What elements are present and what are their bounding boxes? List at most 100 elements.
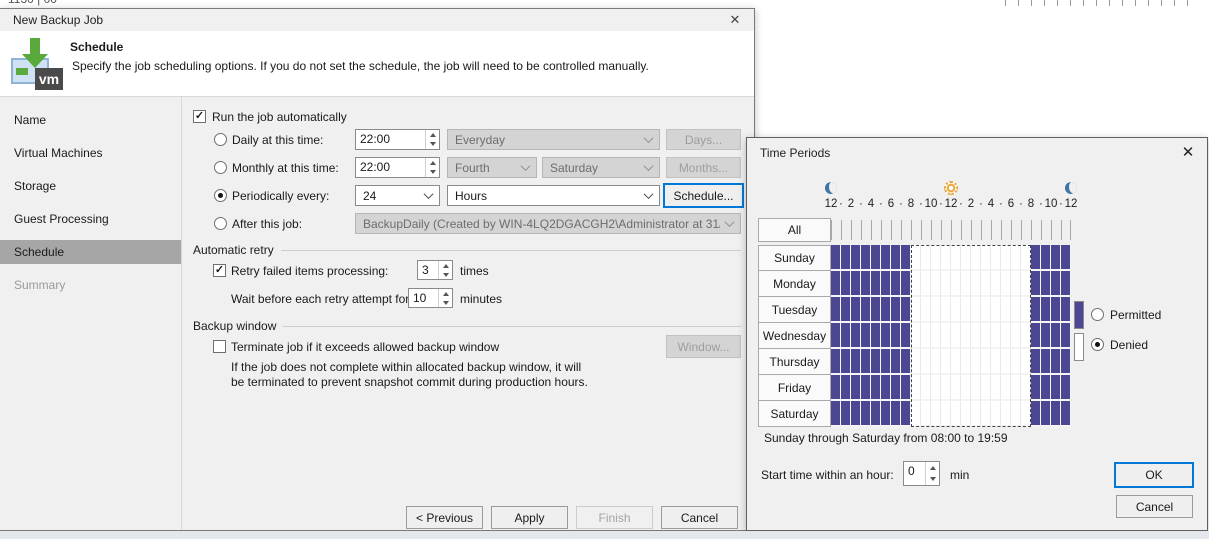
time-cell-sunday-16[interactable]	[991, 245, 1001, 271]
time-cell-friday-11[interactable]	[941, 375, 951, 401]
time-cell-sunday-6[interactable]	[891, 245, 901, 271]
spin-down-icon[interactable]	[426, 140, 439, 150]
hour-column-toggle[interactable]	[841, 220, 851, 240]
spinner-arrows[interactable]	[925, 462, 939, 485]
time-cell-monday-20[interactable]	[1031, 271, 1041, 297]
time-cell-monday-22[interactable]	[1051, 271, 1061, 297]
time-cell-tuesday-16[interactable]	[991, 297, 1001, 323]
time-cell-tuesday-18[interactable]	[1011, 297, 1021, 323]
hour-column-toggle[interactable]	[831, 220, 841, 240]
hour-column-toggle[interactable]	[971, 220, 981, 240]
hour-column-toggle[interactable]	[891, 220, 901, 240]
time-cell-sunday-0[interactable]	[831, 245, 841, 271]
time-cell-monday-15[interactable]	[981, 271, 991, 297]
time-cell-saturday-20[interactable]	[1031, 401, 1041, 427]
day-button-monday[interactable]: Monday	[758, 271, 831, 297]
daily-kind-dropdown[interactable]: Everyday	[447, 129, 660, 150]
day-button-sunday[interactable]: Sunday	[758, 245, 831, 271]
time-cell-tuesday-22[interactable]	[1051, 297, 1061, 323]
start-time-spinner[interactable]: 0	[903, 461, 940, 486]
time-cell-friday-9[interactable]	[921, 375, 931, 401]
time-cell-saturday-5[interactable]	[881, 401, 891, 427]
time-cell-thursday-4[interactable]	[871, 349, 881, 375]
time-cell-saturday-23[interactable]	[1061, 401, 1071, 427]
time-cell-tuesday-0[interactable]	[831, 297, 841, 323]
time-cell-thursday-1[interactable]	[841, 349, 851, 375]
hour-column-toggle[interactable]	[881, 220, 891, 240]
time-cell-sunday-14[interactable]	[971, 245, 981, 271]
time-cell-thursday-12[interactable]	[951, 349, 961, 375]
spinner-arrows[interactable]	[438, 261, 452, 279]
hour-column-toggle[interactable]	[1031, 220, 1041, 240]
time-cell-monday-17[interactable]	[1001, 271, 1011, 297]
sidebar-item-summary[interactable]: Summary	[0, 273, 181, 297]
time-cell-tuesday-14[interactable]	[971, 297, 981, 323]
time-cell-sunday-11[interactable]	[941, 245, 951, 271]
hour-column-toggle[interactable]	[1061, 220, 1071, 240]
sidebar-item-guest-processing[interactable]: Guest Processing	[0, 207, 181, 231]
spin-down-icon[interactable]	[926, 474, 939, 486]
sidebar-item-storage[interactable]: Storage	[0, 174, 181, 198]
spin-up-icon[interactable]	[426, 130, 439, 140]
day-button-thursday[interactable]: Thursday	[758, 349, 831, 375]
time-cell-monday-18[interactable]	[1011, 271, 1021, 297]
spin-down-icon[interactable]	[439, 270, 452, 279]
time-cell-friday-4[interactable]	[871, 375, 881, 401]
hour-column-toggle[interactable]	[991, 220, 1001, 240]
time-cell-tuesday-10[interactable]	[931, 297, 941, 323]
time-cell-saturday-17[interactable]	[1001, 401, 1011, 427]
time-cell-wednesday-5[interactable]	[881, 323, 891, 349]
time-cell-friday-8[interactable]	[911, 375, 921, 401]
time-cell-thursday-18[interactable]	[1011, 349, 1021, 375]
time-cell-wednesday-23[interactable]	[1061, 323, 1071, 349]
time-cell-sunday-22[interactable]	[1051, 245, 1061, 271]
time-cell-monday-12[interactable]	[951, 271, 961, 297]
time-cell-wednesday-9[interactable]	[921, 323, 931, 349]
close-icon[interactable]: ✕	[722, 11, 748, 29]
time-cell-sunday-10[interactable]	[931, 245, 941, 271]
time-cell-monday-19[interactable]	[1021, 271, 1031, 297]
time-cell-thursday-5[interactable]	[881, 349, 891, 375]
finish-button[interactable]: Finish	[576, 506, 653, 529]
time-cell-friday-13[interactable]	[961, 375, 971, 401]
time-cell-sunday-8[interactable]	[911, 245, 921, 271]
time-cell-saturday-9[interactable]	[921, 401, 931, 427]
time-cell-saturday-2[interactable]	[851, 401, 861, 427]
day-button-saturday[interactable]: Saturday	[758, 401, 831, 427]
time-cell-friday-18[interactable]	[1011, 375, 1021, 401]
time-cell-saturday-19[interactable]	[1021, 401, 1031, 427]
time-cell-wednesday-0[interactable]	[831, 323, 841, 349]
time-cell-thursday-6[interactable]	[891, 349, 901, 375]
hour-column-toggle[interactable]	[1001, 220, 1011, 240]
time-cell-wednesday-20[interactable]	[1031, 323, 1041, 349]
time-cell-thursday-22[interactable]	[1051, 349, 1061, 375]
time-cell-sunday-4[interactable]	[871, 245, 881, 271]
monthly-radio[interactable]	[214, 161, 227, 174]
sidebar-item-name[interactable]: Name	[0, 108, 181, 132]
day-button-wednesday[interactable]: Wednesday	[758, 323, 831, 349]
time-cell-wednesday-13[interactable]	[961, 323, 971, 349]
time-cell-friday-1[interactable]	[841, 375, 851, 401]
hour-column-toggle[interactable]	[961, 220, 971, 240]
time-cell-tuesday-13[interactable]	[961, 297, 971, 323]
time-cell-tuesday-17[interactable]	[1001, 297, 1011, 323]
time-cell-tuesday-23[interactable]	[1061, 297, 1071, 323]
time-cell-friday-17[interactable]	[1001, 375, 1011, 401]
period-unit-dropdown[interactable]: Hours	[447, 185, 660, 206]
time-cell-thursday-2[interactable]	[851, 349, 861, 375]
time-cell-sunday-23[interactable]	[1061, 245, 1071, 271]
time-cell-saturday-14[interactable]	[971, 401, 981, 427]
time-cell-thursday-9[interactable]	[921, 349, 931, 375]
time-cell-monday-4[interactable]	[871, 271, 881, 297]
hour-column-toggle[interactable]	[861, 220, 871, 240]
time-cell-thursday-20[interactable]	[1031, 349, 1041, 375]
time-cell-tuesday-20[interactable]	[1031, 297, 1041, 323]
day-button-tuesday[interactable]: Tuesday	[758, 297, 831, 323]
time-cell-monday-8[interactable]	[911, 271, 921, 297]
time-cell-saturday-18[interactable]	[1011, 401, 1021, 427]
window-button[interactable]: Window...	[666, 335, 741, 358]
days-button[interactable]: Days...	[666, 129, 741, 150]
time-cell-wednesday-16[interactable]	[991, 323, 1001, 349]
time-cell-thursday-14[interactable]	[971, 349, 981, 375]
time-cell-tuesday-15[interactable]	[981, 297, 991, 323]
